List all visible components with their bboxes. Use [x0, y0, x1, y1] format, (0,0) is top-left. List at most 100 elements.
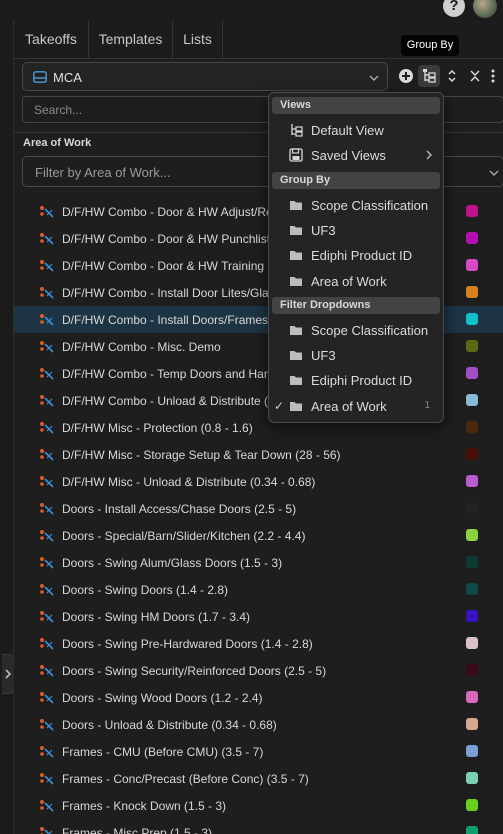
color-swatch[interactable] — [466, 313, 478, 325]
list-item-label: D/F/HW Misc - Storage Setup & Tear Down … — [62, 448, 341, 462]
collapse-icon — [470, 70, 480, 82]
menu-item-label: Scope Classification — [311, 323, 429, 338]
list-item[interactable]: Frames - CMU (Before CMU) (3.5 - 7) — [14, 738, 503, 765]
chevron-down-icon — [369, 75, 379, 81]
color-swatch[interactable] — [466, 691, 478, 703]
database-icon — [33, 71, 47, 83]
color-swatch[interactable] — [466, 718, 478, 730]
takeoff-tool-icon — [39, 772, 55, 786]
views-header-label: Views — [280, 99, 311, 111]
list-item[interactable]: Doors - Swing Doors (1.4 - 2.8) — [14, 576, 503, 603]
color-swatch[interactable] — [466, 772, 478, 784]
takeoff-tool-icon — [39, 448, 55, 462]
color-swatch[interactable] — [466, 583, 478, 595]
folder-icon — [290, 251, 302, 260]
tab-lists[interactable]: Lists — [173, 20, 223, 59]
group-by-menu: Views Default View Saved Views Group By … — [268, 92, 444, 423]
takeoff-tool-icon — [39, 367, 55, 381]
menu-item-saved-views[interactable]: Saved Views — [269, 143, 443, 167]
list-item[interactable]: Doors - Swing Alum/Glass Doors (1.5 - 3) — [14, 549, 503, 576]
list-item-label: Doors - Swing Pre-Hardwared Doors (1.4 -… — [62, 637, 313, 651]
color-swatch[interactable] — [466, 448, 478, 460]
tab-templates[interactable]: Templates — [89, 20, 173, 59]
list-item[interactable]: D/F/HW Misc - Unload & Distribute (0.34 … — [14, 468, 503, 495]
save-icon — [289, 148, 303, 162]
color-swatch[interactable] — [466, 556, 478, 568]
list-item-label: D/F/HW Misc - Unload & Distribute (0.34 … — [62, 475, 316, 489]
menu-item-label: Area of Work — [311, 399, 387, 414]
help-icon[interactable]: ? — [443, 0, 465, 17]
menu-item-group-scope-classification[interactable]: Scope Classification — [269, 193, 443, 217]
takeoff-tool-icon — [39, 556, 55, 570]
color-swatch[interactable] — [466, 664, 478, 676]
chevron-down-icon — [489, 170, 499, 176]
color-swatch[interactable] — [466, 502, 478, 514]
list-item-label: Frames - Misc Prep (1.5 - 3) — [62, 826, 213, 834]
list-item[interactable]: Frames - Knock Down (1.5 - 3) — [14, 792, 503, 819]
list-item[interactable]: Doors - Install Access/Chase Doors (2.5 … — [14, 495, 503, 522]
color-swatch[interactable] — [466, 826, 478, 834]
menu-item-group-uf3[interactable]: UF3 — [269, 218, 443, 242]
list-item-label: Frames - Conc/Precast (Before Conc) (3.5… — [62, 772, 309, 786]
filter-count-badge: 1 — [424, 400, 430, 411]
color-swatch[interactable] — [466, 637, 478, 649]
list-item[interactable]: D/F/HW Misc - Storage Setup & Tear Down … — [14, 441, 503, 468]
menu-item-group-ediphi-product-id[interactable]: Ediphi Product ID — [269, 243, 443, 267]
group-by-section-header: Group By — [272, 172, 440, 189]
list-item-label: Doors - Swing Wood Doors (1.2 - 2.4) — [62, 691, 263, 705]
add-button[interactable] — [395, 65, 417, 87]
menu-item-label: Default View — [311, 123, 384, 138]
menu-item-group-area-of-work[interactable]: Area of Work — [269, 269, 443, 293]
color-swatch[interactable] — [466, 799, 478, 811]
user-avatar[interactable] — [473, 0, 497, 18]
list-item[interactable]: Doors - Swing HM Doors (1.7 - 3.4) — [14, 603, 503, 630]
color-swatch[interactable] — [466, 745, 478, 757]
takeoff-tool-icon — [39, 313, 55, 327]
menu-item-filter-ediphi-product-id[interactable]: Ediphi Product ID — [269, 368, 443, 392]
list-item-label: Frames - Knock Down (1.5 - 3) — [62, 799, 227, 813]
list-item[interactable]: Doors - Swing Pre-Hardwared Doors (1.4 -… — [14, 630, 503, 657]
list-item[interactable]: Frames - Misc Prep (1.5 - 3) — [14, 819, 503, 834]
color-swatch[interactable] — [466, 475, 478, 487]
menu-item-filter-area-of-work[interactable]: ✓ Area of Work 1 — [269, 394, 443, 418]
list-item[interactable]: Frames - Conc/Precast (Before Conc) (3.5… — [14, 765, 503, 792]
more-options-button[interactable] — [486, 65, 500, 87]
menu-item-default-view[interactable]: Default View — [269, 118, 443, 142]
list-item[interactable]: Doors - Unload & Distribute (0.34 - 0.68… — [14, 711, 503, 738]
tree-view-icon — [423, 69, 436, 83]
color-swatch[interactable] — [466, 610, 478, 622]
tab-takeoffs[interactable]: Takeoffs — [14, 20, 89, 59]
color-swatch[interactable] — [466, 421, 478, 433]
list-item[interactable]: Doors - Swing Wood Doors (1.2 - 2.4) — [14, 684, 503, 711]
group-by-button[interactable] — [418, 65, 440, 87]
color-swatch[interactable] — [466, 340, 478, 352]
list-item-label: Doors - Swing Security/Reinforced Doors … — [62, 664, 327, 678]
menu-item-label: Scope Classification — [311, 198, 429, 213]
list-item[interactable]: Doors - Swing Security/Reinforced Doors … — [14, 657, 503, 684]
list-item-label: D/F/HW Misc - Protection (0.8 - 1.6) — [62, 421, 253, 435]
color-swatch[interactable] — [466, 394, 478, 406]
menu-item-label: Ediphi Product ID — [311, 248, 413, 263]
color-swatch[interactable] — [466, 232, 478, 244]
menu-item-label: Area of Work — [311, 274, 387, 289]
color-swatch[interactable] — [466, 529, 478, 541]
takeoff-tool-icon — [39, 637, 55, 651]
takeoff-tool-icon — [39, 394, 55, 408]
takeoff-tool-icon — [39, 826, 55, 834]
top-bar: ? — [0, 0, 503, 20]
takeoff-tool-icon — [39, 340, 55, 354]
chevron-right-icon — [426, 150, 432, 160]
project-select[interactable]: MCA — [22, 62, 388, 91]
menu-item-filter-scope-classification[interactable]: Scope Classification — [269, 318, 443, 342]
folder-icon — [290, 326, 302, 335]
sort-button[interactable] — [441, 65, 463, 87]
list-item-label: Doors - Swing Doors (1.4 - 2.8) — [62, 583, 229, 597]
color-swatch[interactable] — [466, 367, 478, 379]
menu-item-filter-uf3[interactable]: UF3 — [269, 343, 443, 367]
list-item[interactable]: Doors - Special/Barn/Slider/Kitchen (2.2… — [14, 522, 503, 549]
color-swatch[interactable] — [466, 259, 478, 271]
collapse-button[interactable] — [464, 65, 486, 87]
color-swatch[interactable] — [466, 286, 478, 298]
folder-icon — [290, 277, 302, 286]
color-swatch[interactable] — [466, 205, 478, 217]
